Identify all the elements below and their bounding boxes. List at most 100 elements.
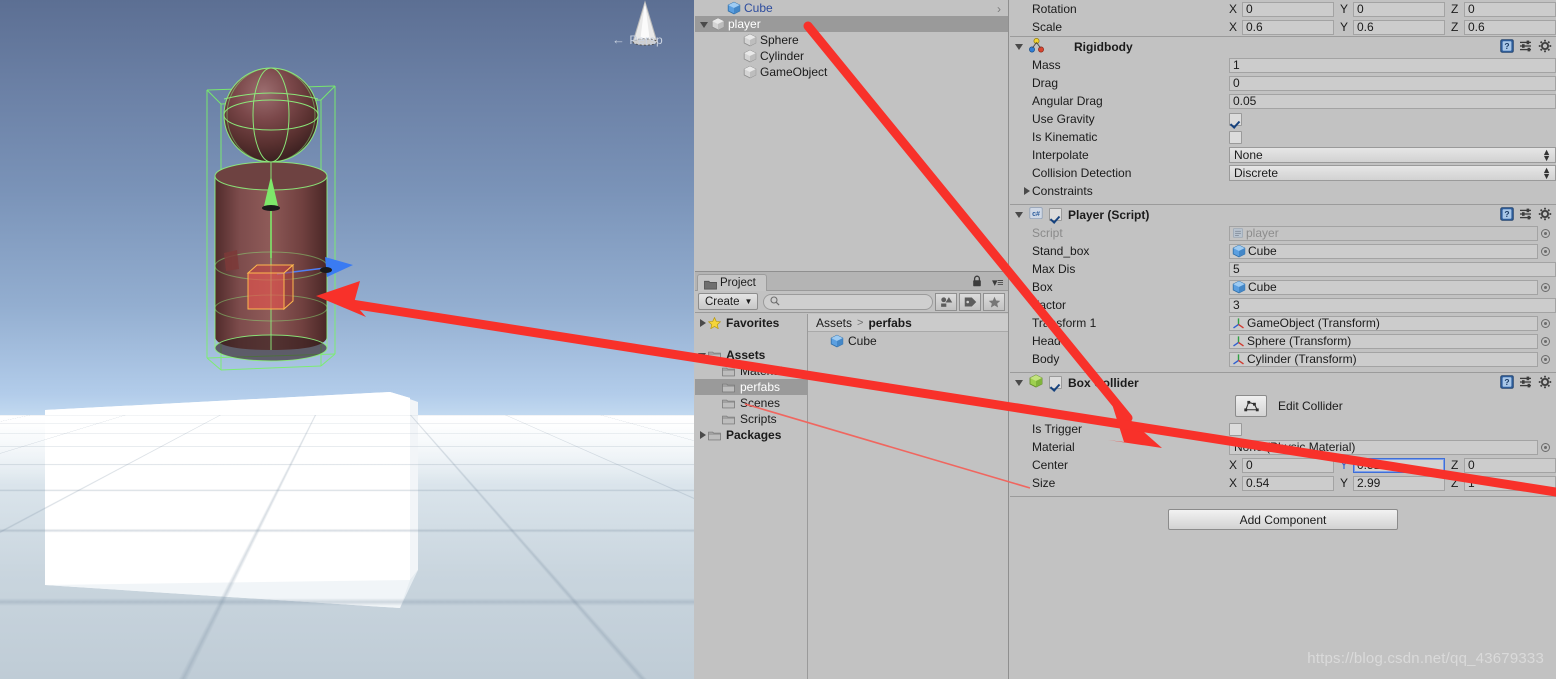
- rigidbody-mass-field[interactable]: 1: [1229, 57, 1556, 73]
- scene-platform-cube[interactable]: [0, 380, 470, 660]
- object-picker-icon[interactable]: [1539, 280, 1552, 295]
- preset-icon[interactable]: [1519, 39, 1533, 56]
- search-input[interactable]: [784, 294, 926, 309]
- expander-triangle-icon[interactable]: [697, 318, 708, 329]
- scene-player-character[interactable]: [185, 58, 355, 388]
- collapse-triangle-icon[interactable]: [1014, 377, 1025, 388]
- collapse-triangle-icon[interactable]: [1014, 41, 1025, 52]
- object-picker-icon[interactable]: [1539, 440, 1552, 455]
- filter-by-label-button[interactable]: [959, 292, 981, 311]
- rigidbody-angular-drag-field[interactable]: 0.05: [1229, 93, 1556, 109]
- collapse-triangle-icon[interactable]: [1014, 209, 1025, 220]
- project-panel[interactable]: Project ▾≡ Create ▼ Favorites Assets Mat…: [695, 271, 1009, 679]
- box-collider-component-header[interactable]: Box Collider ?: [1010, 373, 1556, 392]
- panel-menu-icon[interactable]: ▾≡: [992, 276, 1003, 289]
- transform-rotation-row[interactable]: Rotation X 0 Y 0 Z 0: [1010, 0, 1556, 18]
- hierarchy-panel[interactable]: Cube › player Sphere Cylinder GameObject: [695, 0, 1009, 270]
- help-icon[interactable]: ?: [1500, 375, 1514, 392]
- project-tree-item-material[interactable]: Material: [695, 363, 807, 379]
- rigidbody-angular-drag-row[interactable]: Angular Drag 0.05: [1010, 92, 1556, 110]
- rotation-x-field[interactable]: 0: [1242, 1, 1334, 17]
- player-body-field[interactable]: Cylinder (Transform): [1229, 351, 1538, 367]
- object-picker-icon[interactable]: [1539, 226, 1552, 241]
- rigidbody-drag-row[interactable]: Drag 0: [1010, 74, 1556, 92]
- hierarchy-item-sphere[interactable]: Sphere: [695, 32, 1008, 48]
- preset-icon[interactable]: [1519, 207, 1533, 224]
- breadcrumb-root[interactable]: Assets: [816, 316, 852, 330]
- object-picker-icon[interactable]: [1539, 334, 1552, 349]
- expander-triangle-icon[interactable]: [697, 430, 708, 441]
- add-component-button[interactable]: Add Component: [1168, 509, 1398, 530]
- gear-icon[interactable]: [1538, 207, 1552, 224]
- filter-by-type-button[interactable]: [935, 292, 957, 311]
- player-transform-1-field[interactable]: GameObject (Transform): [1229, 315, 1538, 331]
- player-stand-box-row[interactable]: Stand_box Cube: [1010, 242, 1556, 260]
- is-trigger-checkbox[interactable]: [1229, 422, 1242, 436]
- expander-triangle-icon[interactable]: [699, 19, 710, 30]
- rotation-z-field[interactable]: 0: [1464, 1, 1556, 17]
- project-tree-item-packages[interactable]: Packages: [695, 427, 807, 443]
- lock-icon[interactable]: [972, 275, 982, 287]
- physic-material-field[interactable]: None (Physic Material): [1229, 439, 1538, 455]
- scene-view[interactable]: ← Persp: [0, 0, 694, 679]
- create-button[interactable]: Create ▼: [698, 293, 759, 310]
- hierarchy-item-cube[interactable]: Cube ›: [695, 0, 1008, 16]
- scale-z-field[interactable]: 0.6: [1464, 19, 1556, 35]
- player-body-row[interactable]: Body Cylinder (Transform): [1010, 350, 1556, 368]
- project-tree-item-favorites[interactable]: Favorites: [695, 315, 807, 331]
- gear-icon[interactable]: [1538, 39, 1552, 56]
- project-tree[interactable]: Favorites Assets Material perfabs Scenes Scri…: [695, 314, 808, 679]
- player-stand-box-field[interactable]: Cube: [1229, 243, 1538, 259]
- box-collider-material-row[interactable]: Material None (Physic Material): [1010, 438, 1556, 456]
- collision-detection-dropdown[interactable]: Discrete ▲ ▼: [1229, 165, 1556, 181]
- hierarchy-item-player[interactable]: player: [695, 16, 1008, 32]
- player-max-dis-row[interactable]: Max Dis 5: [1010, 260, 1556, 278]
- size-y-field[interactable]: 2.99: [1353, 475, 1445, 491]
- hierarchy-item-gameobject[interactable]: GameObject: [695, 64, 1008, 80]
- rigidbody-constraints-row[interactable]: Constraints: [1010, 182, 1556, 200]
- center-y-field[interactable]: 0.51: [1353, 457, 1445, 473]
- favorites-filter-button[interactable]: [983, 292, 1005, 311]
- player-script-enabled-checkbox[interactable]: [1049, 208, 1062, 221]
- transform-scale-row[interactable]: Scale X 0.6 Y 0.6 Z 0.6: [1010, 18, 1556, 36]
- player-max-dis-field[interactable]: 5: [1229, 261, 1556, 277]
- help-icon[interactable]: ?: [1500, 207, 1514, 224]
- scene-camera-gizmo[interactable]: [600, 0, 690, 60]
- player-box-field[interactable]: Cube: [1229, 279, 1538, 295]
- chevron-right-icon[interactable]: ›: [997, 1, 1001, 17]
- project-asset-item[interactable]: Cube: [808, 332, 1008, 350]
- is-kinematic-checkbox[interactable]: [1229, 130, 1242, 144]
- rigidbody-component-header[interactable]: Rigidbody ?: [1010, 37, 1556, 56]
- box-collider-size-row[interactable]: Size X 0.54 Y 2.99 Z 1: [1010, 474, 1556, 492]
- box-collider-center-row[interactable]: Center X 0 Y 0.51 Z 0: [1010, 456, 1556, 474]
- size-x-field[interactable]: 0.54: [1242, 475, 1334, 491]
- interpolate-dropdown[interactable]: None ▲ ▼: [1229, 147, 1556, 163]
- scale-y-field[interactable]: 0.6: [1353, 19, 1445, 35]
- tab-project[interactable]: Project: [697, 274, 767, 292]
- project-content-pane[interactable]: Assets > perfabs Cube: [808, 314, 1008, 679]
- player-box-row[interactable]: Box Cube: [1010, 278, 1556, 296]
- rotation-y-field[interactable]: 0: [1353, 1, 1445, 17]
- rigidbody-collision-detection-row[interactable]: Collision Detection Discrete ▲ ▼: [1010, 164, 1556, 182]
- project-tree-item-assets[interactable]: Assets: [695, 347, 807, 363]
- player-factor-field[interactable]: 3: [1229, 297, 1556, 313]
- rigidbody-is-kinematic-row[interactable]: Is Kinematic: [1010, 128, 1556, 146]
- box-collider-enabled-checkbox[interactable]: [1049, 376, 1062, 389]
- project-tree-item-scripts[interactable]: Scripts: [695, 411, 807, 427]
- use-gravity-checkbox[interactable]: [1229, 112, 1242, 126]
- expander-triangle-icon[interactable]: [697, 350, 708, 361]
- inspector-panel[interactable]: Rotation X 0 Y 0 Z 0 Scale X 0.6 Y 0.6 Z 0.6 Rigidbod…: [1010, 0, 1556, 679]
- rigidbody-mass-row[interactable]: Mass 1: [1010, 56, 1556, 74]
- rigidbody-drag-field[interactable]: 0: [1229, 75, 1556, 91]
- object-picker-icon[interactable]: [1539, 244, 1552, 259]
- player-head-field[interactable]: Sphere (Transform): [1229, 333, 1538, 349]
- object-picker-icon[interactable]: [1539, 352, 1552, 367]
- player-head-row[interactable]: Head Sphere (Transform): [1010, 332, 1556, 350]
- scene-perspective-label[interactable]: ← Persp: [612, 32, 663, 47]
- rigidbody-use-gravity-row[interactable]: Use Gravity: [1010, 110, 1556, 128]
- player-script-row[interactable]: Script player: [1010, 224, 1556, 242]
- player-script-field[interactable]: player: [1229, 225, 1538, 241]
- player-factor-row[interactable]: Factor 3: [1010, 296, 1556, 314]
- gear-icon[interactable]: [1538, 375, 1552, 392]
- expand-triangle-icon[interactable]: [1021, 186, 1032, 197]
